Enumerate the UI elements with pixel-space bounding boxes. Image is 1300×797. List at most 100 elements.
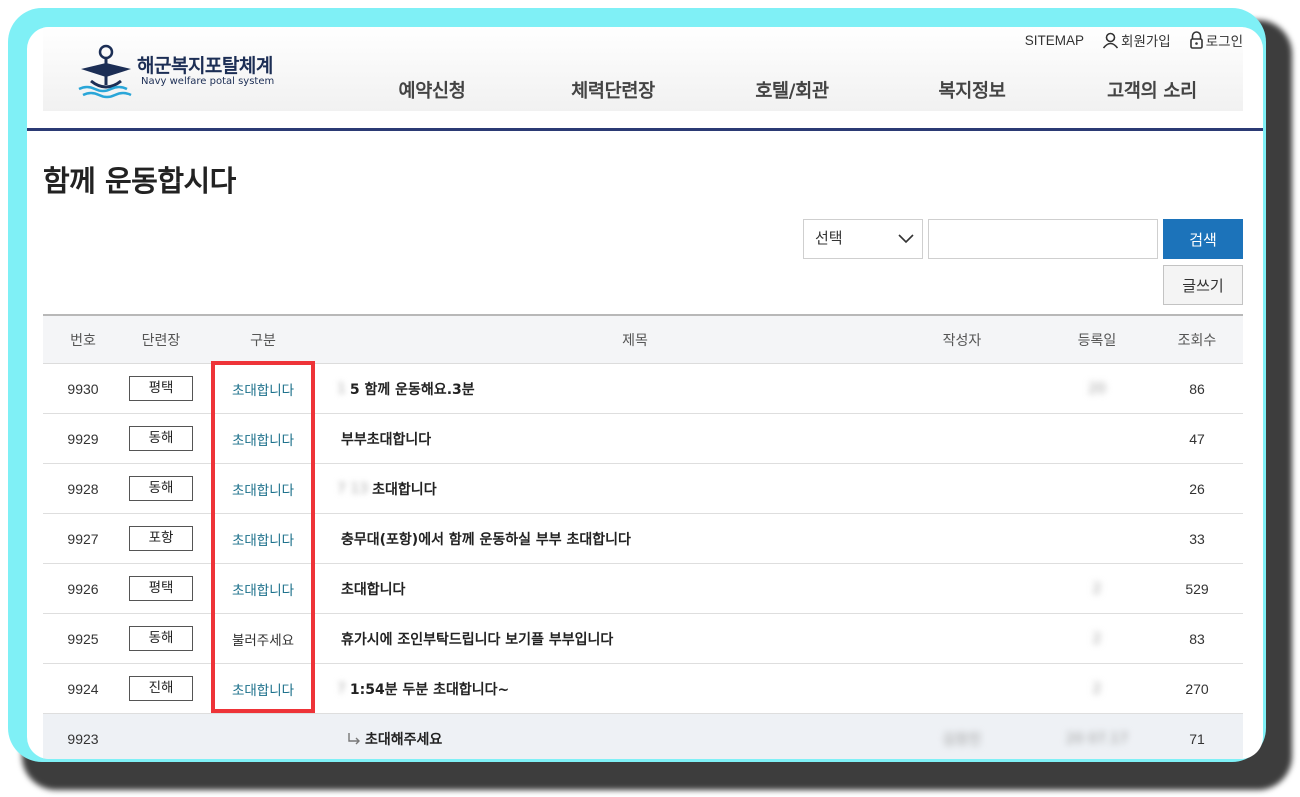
table-row[interactable]: 9926 평택 초대합니다 초대합니다 2 529 [43, 564, 1243, 614]
utility-menu: SITEMAP 회원가입 로그인 [1025, 30, 1243, 50]
header-views: 조회수 [1177, 331, 1217, 348]
location-cell: 동해 [123, 414, 199, 463]
sitemap-link[interactable]: SITEMAP [1025, 33, 1084, 48]
author-cell [921, 664, 1003, 713]
search-button[interactable]: 검색 [1163, 219, 1243, 259]
post-views: 47 [1189, 430, 1205, 447]
header-date: 등록일 [1077, 331, 1117, 348]
location-cell: 동해 [123, 464, 199, 513]
nav-welfare-info[interactable]: 복지정보 [939, 77, 1006, 103]
signup-link[interactable]: 회원가입 [1102, 30, 1171, 50]
table-row[interactable]: 9925 동해 불러주세요 휴가시에 조인부탁드립니다 보기플 부부입니다 2 … [43, 614, 1243, 664]
category-label: 초대합니다 [231, 482, 295, 499]
post-date: 20 [1088, 380, 1106, 397]
location-cell: 평택 [123, 564, 199, 613]
post-title-link[interactable]: 초대합니다 [337, 564, 933, 613]
post-title: 초대합니다 [372, 481, 437, 498]
table-header: 번호 단련장 구분 제목 작성자 등록일 조회수 [43, 314, 1243, 364]
post-views: 86 [1189, 380, 1205, 397]
location-badge[interactable]: 포항 [129, 526, 193, 551]
category-label: 초대합니다 [231, 532, 295, 549]
post-title: 1:54분 두분 초대합니다~ [349, 681, 510, 698]
date-cell: 2 [1047, 664, 1147, 713]
post-views: 71 [1189, 731, 1205, 747]
category-cell: 초대합니다 [213, 364, 313, 413]
header-category: 구분 [250, 331, 276, 348]
logo-title[interactable]: 해군복지포탈체계 [137, 51, 273, 78]
post-title-link[interactable]: 휴가시에 조인부탁드립니다 보기플 부부입니다 [337, 614, 933, 663]
nav-fitness-center[interactable]: 체력단련장 [571, 77, 655, 103]
location-badge[interactable]: 동해 [129, 476, 193, 501]
table-row[interactable]: 9930 평택 초대합니다 15 함께 운동해요.3분 20 86 [43, 364, 1243, 414]
post-title-link[interactable]: 15 함께 운동해요.3분 [337, 364, 933, 413]
nav-reservation[interactable]: 예약신청 [399, 77, 466, 103]
category-label: 초대합니다 [231, 582, 295, 599]
category-cell: 초대합니다 [213, 414, 313, 463]
post-number: 9923 [67, 731, 99, 747]
category-cell: 불러주세요 [213, 614, 313, 663]
signup-label: 회원가입 [1121, 34, 1171, 49]
location-badge[interactable]: 동해 [129, 626, 193, 651]
location-badge[interactable]: 평택 [129, 376, 193, 401]
post-title-link[interactable]: 초대해주세요 [337, 714, 933, 759]
location-cell: 평택 [123, 364, 199, 413]
category-cell: 초대합니다 [213, 514, 313, 563]
category-cell: 초대합니다 [213, 464, 313, 513]
nav-hotel[interactable]: 호텔/회관 [755, 77, 829, 103]
category-label: 초대합니다 [231, 432, 295, 449]
location-badge[interactable]: 평택 [129, 576, 193, 601]
nav-customer-voice[interactable]: 고객의 소리 [1107, 77, 1197, 103]
post-title: 부부초대합니다 [341, 431, 432, 448]
lock-icon [1189, 31, 1203, 49]
post-date: 2 [1092, 580, 1102, 597]
table-row[interactable]: 9929 동해 초대합니다 부부초대합니다 47 [43, 414, 1243, 464]
search-category-select[interactable]: 선택 [803, 219, 923, 259]
location-badge[interactable]: 동해 [129, 426, 193, 451]
post-date: 2 [1092, 630, 1102, 647]
post-views: 270 [1185, 680, 1209, 697]
post-number: 9928 [67, 480, 99, 497]
location-cell: 진해 [123, 664, 199, 713]
header-number: 번호 [70, 331, 96, 348]
post-title: 초대합니다 [341, 581, 406, 598]
post-number: 9929 [67, 430, 99, 447]
date-cell [1047, 414, 1147, 463]
author-cell [921, 464, 1003, 513]
post-views: 529 [1185, 580, 1209, 597]
header-title: 제목 [622, 331, 648, 348]
date-cell: 2 [1047, 614, 1147, 663]
table-row-reply[interactable]: 9923 초대해주세요 김창진 20 07.17 71 [43, 714, 1243, 759]
author-cell [921, 514, 1003, 563]
title-redacted: 7 [337, 680, 346, 697]
date-cell: 2 [1047, 564, 1147, 613]
search-input[interactable] [928, 219, 1158, 259]
site-header: 해군복지포탈체계 Navy welfare potal system SITEM… [43, 27, 1243, 111]
post-title: 휴가시에 조인부탁드립니다 보기플 부부입니다 [341, 631, 614, 648]
post-title-link[interactable]: 7 13 초대합니다 [337, 464, 933, 513]
post-number: 9927 [67, 530, 99, 547]
table-row[interactable]: 9924 진해 초대합니다 7 1:54분 두분 초대합니다~ 2 270 [43, 664, 1243, 714]
write-post-button[interactable]: 글쓰기 [1163, 265, 1243, 305]
location-cell: 동해 [123, 614, 199, 663]
category-cell: 초대합니다 [213, 664, 313, 713]
category-label: 초대합니다 [231, 382, 295, 399]
post-number: 9925 [67, 630, 99, 647]
post-title-link[interactable]: 7 1:54분 두분 초대합니다~ [337, 664, 933, 713]
date-cell [1047, 464, 1147, 513]
main-navigation: 예약신청 체력단련장 호텔/회관 복지정보 고객의 소리 [43, 77, 1243, 103]
post-title-link[interactable]: 부부초대합니다 [337, 414, 933, 463]
post-author: 김창진 [942, 732, 982, 748]
category-label: 불러주세요 [231, 632, 295, 649]
user-icon [1102, 32, 1119, 49]
table-row[interactable]: 9928 동해 초대합니다 7 13 초대합니다 26 [43, 464, 1243, 514]
post-views: 33 [1189, 530, 1205, 547]
table-row[interactable]: 9927 포항 초대합니다 충무대(포항)에서 함께 운동하실 부부 초대합니다… [43, 514, 1243, 564]
post-number: 9930 [67, 380, 99, 397]
login-label: 로그인 [1205, 34, 1243, 49]
login-link[interactable]: 로그인 [1189, 30, 1243, 50]
post-title-link[interactable]: 충무대(포항)에서 함께 운동하실 부부 초대합니다 [337, 514, 933, 563]
location-cell: 포항 [123, 514, 199, 563]
page-title: 함께 운동합시다 [43, 164, 236, 198]
location-badge[interactable]: 진해 [129, 676, 193, 701]
author-cell: 김창진 [921, 714, 1003, 759]
